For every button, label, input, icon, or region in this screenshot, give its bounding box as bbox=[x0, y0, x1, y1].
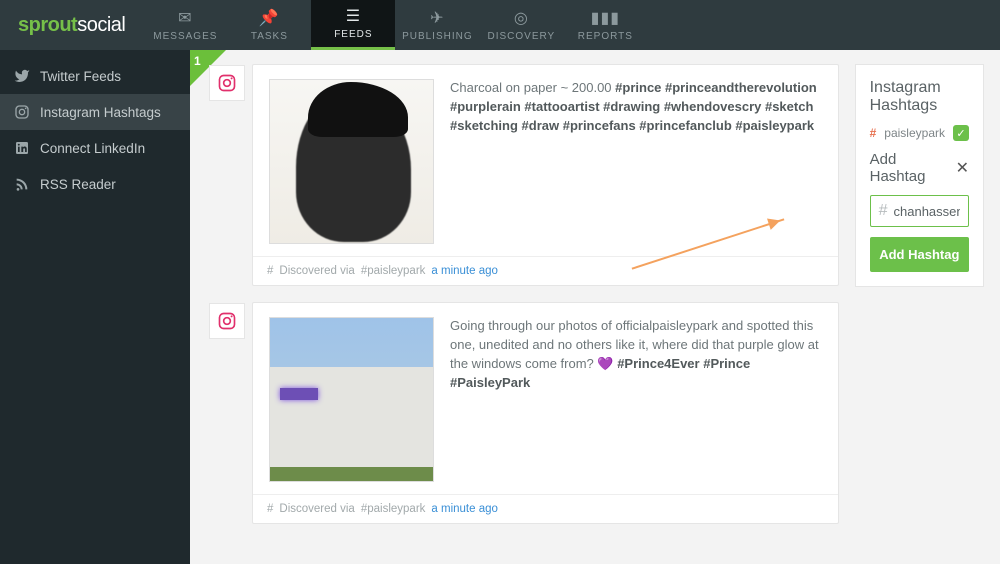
add-hashtag-label: Add Hashtag bbox=[870, 151, 956, 185]
compass-icon: ◎ bbox=[512, 9, 530, 27]
hashtag-text: paisleypark bbox=[884, 126, 945, 140]
sidebar-label: Twitter Feeds bbox=[40, 69, 121, 84]
hash-icon: # bbox=[879, 202, 888, 220]
card-footer: # Discovered via #paisleypark a minute a… bbox=[253, 256, 838, 285]
list-icon: ☰ bbox=[344, 7, 362, 25]
nav-label: REPORTS bbox=[578, 31, 633, 42]
add-hashtag-header: Add Hashtag ✕ bbox=[870, 151, 969, 185]
nav-label: DISCOVERY bbox=[487, 31, 555, 42]
post-caption: Charcoal on paper ~ 200.00 #prince #prin… bbox=[450, 79, 822, 244]
discovered-prefix: Discovered via bbox=[279, 265, 354, 277]
existing-hashtag-row[interactable]: # paisleypark ✓ bbox=[870, 125, 969, 141]
nav-label: FEEDS bbox=[334, 29, 372, 40]
instagram-icon bbox=[14, 104, 30, 120]
source-badge bbox=[209, 65, 245, 101]
badge-count: 1 bbox=[194, 54, 201, 68]
caption-text: Charcoal on paper ~ 200.00 bbox=[450, 80, 615, 95]
sidebar-label: Connect LinkedIn bbox=[40, 141, 145, 156]
pin-icon: 📌 bbox=[260, 9, 278, 27]
feed-card[interactable]: Charcoal on paper ~ 200.00 #prince #prin… bbox=[252, 64, 839, 286]
nav-label: TASKS bbox=[251, 31, 288, 42]
envelope-icon: ✉ bbox=[176, 9, 194, 27]
hash-icon: # bbox=[267, 265, 273, 277]
nav-discovery[interactable]: ◎ DISCOVERY bbox=[479, 0, 563, 50]
nav-label: MESSAGES bbox=[153, 31, 217, 42]
top-navigation: sproutsocial ✉ MESSAGES 📌 TASKS ☰ FEEDS … bbox=[0, 0, 1000, 50]
nav-feeds[interactable]: ☰ FEEDS bbox=[311, 0, 395, 50]
instagram-icon bbox=[217, 73, 237, 93]
twitter-icon bbox=[14, 68, 30, 84]
hashtag-input[interactable] bbox=[894, 204, 960, 219]
nav-label: PUBLISHING bbox=[402, 31, 473, 42]
brand-part2: social bbox=[77, 14, 125, 37]
sidebar-label: RSS Reader bbox=[40, 177, 116, 192]
discovered-time[interactable]: a minute ago bbox=[431, 265, 498, 277]
nav-messages[interactable]: ✉ MESSAGES bbox=[143, 0, 227, 50]
feed-card[interactable]: Going through our photos of officialpais… bbox=[252, 302, 839, 524]
discovered-time[interactable]: a minute ago bbox=[431, 503, 498, 515]
post-caption: Going through our photos of officialpais… bbox=[450, 317, 822, 482]
nav-reports[interactable]: ▮▮▮ REPORTS bbox=[563, 0, 647, 50]
instagram-icon bbox=[217, 311, 237, 331]
brand-part1: sprout bbox=[18, 14, 77, 37]
linkedin-icon bbox=[14, 140, 30, 156]
sidebar-item-connect-linkedin[interactable]: Connect LinkedIn bbox=[0, 130, 190, 166]
nav-publishing[interactable]: ✈ PUBLISHING bbox=[395, 0, 479, 50]
post-thumbnail[interactable] bbox=[269, 317, 434, 482]
add-hashtag-button[interactable]: Add Hashtag bbox=[870, 237, 969, 272]
nav-tasks[interactable]: 📌 TASKS bbox=[227, 0, 311, 50]
hashtag-panel: Instagram Hashtags # paisleypark ✓ Add H… bbox=[855, 64, 984, 287]
discovered-tag: #paisleypark bbox=[361, 265, 426, 277]
panel-title: Instagram Hashtags bbox=[870, 79, 969, 115]
sidebar-item-rss-reader[interactable]: RSS Reader bbox=[0, 166, 190, 202]
post-thumbnail[interactable] bbox=[269, 79, 434, 244]
left-sidebar: Twitter Feeds Instagram Hashtags Connect… bbox=[0, 50, 190, 564]
feed-column: Charcoal on paper ~ 200.00 #prince #prin… bbox=[252, 64, 839, 524]
check-icon[interactable]: ✓ bbox=[953, 125, 969, 141]
hash-icon: # bbox=[870, 126, 877, 140]
close-icon[interactable]: ✕ bbox=[956, 158, 969, 178]
hash-icon: # bbox=[267, 503, 273, 515]
discovered-tag: #paisleypark bbox=[361, 503, 426, 515]
main-content: 1 Charcoal on paper ~ 200.00 #prince #pr… bbox=[190, 50, 1000, 564]
sidebar-label: Instagram Hashtags bbox=[40, 105, 161, 120]
discovered-prefix: Discovered via bbox=[279, 503, 354, 515]
sidebar-item-twitter-feeds[interactable]: Twitter Feeds bbox=[0, 58, 190, 94]
sidebar-item-instagram-hashtags[interactable]: Instagram Hashtags bbox=[0, 94, 190, 130]
source-badge bbox=[209, 303, 245, 339]
bars-icon: ▮▮▮ bbox=[596, 9, 614, 27]
brand-logo[interactable]: sproutsocial bbox=[0, 0, 143, 50]
hashtag-input-wrapper[interactable]: # bbox=[870, 195, 969, 227]
rss-icon bbox=[14, 176, 30, 192]
card-footer: # Discovered via #paisleypark a minute a… bbox=[253, 494, 838, 523]
send-icon: ✈ bbox=[428, 9, 446, 27]
